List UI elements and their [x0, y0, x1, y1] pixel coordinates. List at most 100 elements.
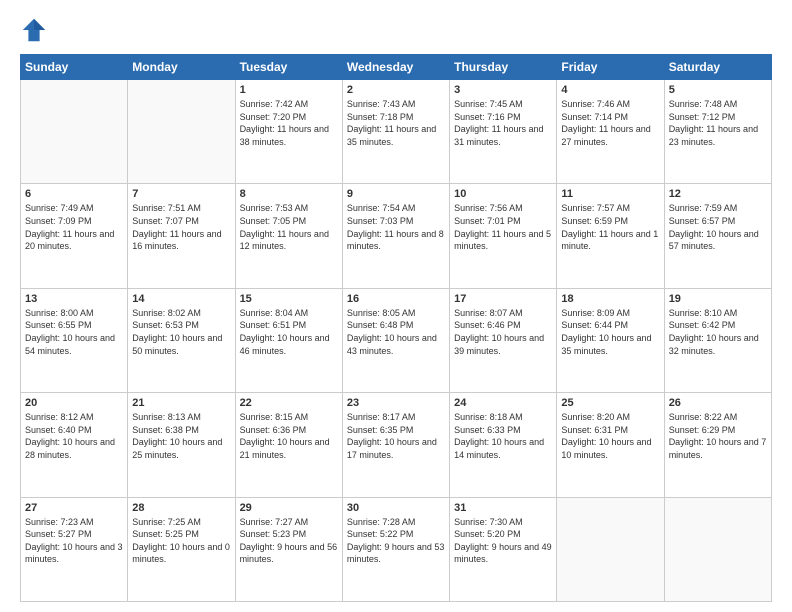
calendar-cell: 9 Sunrise: 7:54 AM Sunset: 7:03 PM Daylig… — [342, 184, 449, 288]
day-info: Sunrise: 7:30 AM Sunset: 5:20 PM Dayligh… — [454, 516, 552, 566]
day-number: 17 — [454, 293, 552, 305]
day-info: Sunrise: 8:10 AM Sunset: 6:42 PM Dayligh… — [669, 307, 767, 357]
day-info: Sunrise: 7:25 AM Sunset: 5:25 PM Dayligh… — [132, 516, 230, 566]
day-number: 11 — [561, 188, 659, 200]
calendar-cell: 18 Sunrise: 8:09 AM Sunset: 6:44 PM Dayli… — [557, 288, 664, 392]
day-number: 1 — [240, 84, 338, 96]
day-info: Sunrise: 8:17 AM Sunset: 6:35 PM Dayligh… — [347, 411, 445, 461]
day-number: 27 — [25, 502, 123, 514]
day-number: 8 — [240, 188, 338, 200]
day-number: 25 — [561, 397, 659, 409]
day-info: Sunrise: 7:23 AM Sunset: 5:27 PM Dayligh… — [25, 516, 123, 566]
calendar-cell — [128, 80, 235, 184]
day-info: Sunrise: 7:43 AM Sunset: 7:18 PM Dayligh… — [347, 98, 445, 148]
calendar-cell — [557, 497, 664, 601]
calendar-cell: 30 Sunrise: 7:28 AM Sunset: 5:22 PM Dayli… — [342, 497, 449, 601]
day-number: 23 — [347, 397, 445, 409]
day-number: 21 — [132, 397, 230, 409]
day-number: 7 — [132, 188, 230, 200]
day-number: 10 — [454, 188, 552, 200]
weekday-header-row: SundayMondayTuesdayWednesdayThursdayFrid… — [21, 55, 772, 80]
calendar-cell: 20 Sunrise: 8:12 AM Sunset: 6:40 PM Dayli… — [21, 393, 128, 497]
calendar-week-3: 13 Sunrise: 8:00 AM Sunset: 6:55 PM Dayli… — [21, 288, 772, 392]
calendar-cell: 15 Sunrise: 8:04 AM Sunset: 6:51 PM Dayli… — [235, 288, 342, 392]
day-number: 14 — [132, 293, 230, 305]
day-info: Sunrise: 8:09 AM Sunset: 6:44 PM Dayligh… — [561, 307, 659, 357]
calendar-cell: 8 Sunrise: 7:53 AM Sunset: 7:05 PM Daylig… — [235, 184, 342, 288]
day-number: 2 — [347, 84, 445, 96]
day-info: Sunrise: 8:12 AM Sunset: 6:40 PM Dayligh… — [25, 411, 123, 461]
day-number: 6 — [25, 188, 123, 200]
calendar-cell: 12 Sunrise: 7:59 AM Sunset: 6:57 PM Dayli… — [664, 184, 771, 288]
day-number: 5 — [669, 84, 767, 96]
calendar-cell: 17 Sunrise: 8:07 AM Sunset: 6:46 PM Dayli… — [450, 288, 557, 392]
day-info: Sunrise: 7:48 AM Sunset: 7:12 PM Dayligh… — [669, 98, 767, 148]
day-number: 31 — [454, 502, 552, 514]
calendar-cell: 7 Sunrise: 7:51 AM Sunset: 7:07 PM Daylig… — [128, 184, 235, 288]
day-number: 15 — [240, 293, 338, 305]
day-info: Sunrise: 7:28 AM Sunset: 5:22 PM Dayligh… — [347, 516, 445, 566]
day-info: Sunrise: 8:22 AM Sunset: 6:29 PM Dayligh… — [669, 411, 767, 461]
calendar-cell: 3Sunrise: 7:45 AM Sunset: 7:16 PM Daylig… — [450, 80, 557, 184]
day-info: Sunrise: 7:51 AM Sunset: 7:07 PM Dayligh… — [132, 202, 230, 252]
day-info: Sunrise: 7:42 AM Sunset: 7:20 PM Dayligh… — [240, 98, 338, 148]
calendar-cell: 25 Sunrise: 8:20 AM Sunset: 6:31 PM Dayli… — [557, 393, 664, 497]
calendar-week-5: 27 Sunrise: 7:23 AM Sunset: 5:27 PM Dayli… — [21, 497, 772, 601]
calendar-cell: 4 Sunrise: 7:46 AM Sunset: 7:14 PM Daylig… — [557, 80, 664, 184]
day-info: Sunrise: 8:00 AM Sunset: 6:55 PM Dayligh… — [25, 307, 123, 357]
weekday-header-sunday: Sunday — [21, 55, 128, 80]
day-number: 26 — [669, 397, 767, 409]
day-info: Sunrise: 8:07 AM Sunset: 6:46 PM Dayligh… — [454, 307, 552, 357]
calendar-cell: 11Sunrise: 7:57 AM Sunset: 6:59 PM Dayli… — [557, 184, 664, 288]
day-number: 12 — [669, 188, 767, 200]
calendar-cell: 31 Sunrise: 7:30 AM Sunset: 5:20 PM Dayli… — [450, 497, 557, 601]
weekday-header-saturday: Saturday — [664, 55, 771, 80]
logo — [20, 16, 52, 44]
day-number: 28 — [132, 502, 230, 514]
calendar-cell: 26 Sunrise: 8:22 AM Sunset: 6:29 PM Dayli… — [664, 393, 771, 497]
day-info: Sunrise: 8:04 AM Sunset: 6:51 PM Dayligh… — [240, 307, 338, 357]
weekday-header-friday: Friday — [557, 55, 664, 80]
calendar-week-4: 20 Sunrise: 8:12 AM Sunset: 6:40 PM Dayli… — [21, 393, 772, 497]
day-number: 16 — [347, 293, 445, 305]
day-number: 20 — [25, 397, 123, 409]
day-info: Sunrise: 8:18 AM Sunset: 6:33 PM Dayligh… — [454, 411, 552, 461]
calendar-cell — [21, 80, 128, 184]
calendar-cell: 10Sunrise: 7:56 AM Sunset: 7:01 PM Dayli… — [450, 184, 557, 288]
day-info: Sunrise: 7:46 AM Sunset: 7:14 PM Dayligh… — [561, 98, 659, 148]
weekday-header-tuesday: Tuesday — [235, 55, 342, 80]
day-number: 3 — [454, 84, 552, 96]
day-info: Sunrise: 7:49 AM Sunset: 7:09 PM Dayligh… — [25, 202, 123, 252]
day-info: Sunrise: 7:59 AM Sunset: 6:57 PM Dayligh… — [669, 202, 767, 252]
day-number: 9 — [347, 188, 445, 200]
calendar-cell: 16 Sunrise: 8:05 AM Sunset: 6:48 PM Dayli… — [342, 288, 449, 392]
day-number: 18 — [561, 293, 659, 305]
day-number: 29 — [240, 502, 338, 514]
day-info: Sunrise: 8:15 AM Sunset: 6:36 PM Dayligh… — [240, 411, 338, 461]
calendar-cell — [664, 497, 771, 601]
day-info: Sunrise: 7:53 AM Sunset: 7:05 PM Dayligh… — [240, 202, 338, 252]
day-info: Sunrise: 8:20 AM Sunset: 6:31 PM Dayligh… — [561, 411, 659, 461]
weekday-header-monday: Monday — [128, 55, 235, 80]
calendar-cell: 6 Sunrise: 7:49 AM Sunset: 7:09 PM Daylig… — [21, 184, 128, 288]
day-info: Sunrise: 7:54 AM Sunset: 7:03 PM Dayligh… — [347, 202, 445, 252]
day-info: Sunrise: 7:27 AM Sunset: 5:23 PM Dayligh… — [240, 516, 338, 566]
calendar-cell: 2 Sunrise: 7:43 AM Sunset: 7:18 PM Daylig… — [342, 80, 449, 184]
calendar-cell: 23 Sunrise: 8:17 AM Sunset: 6:35 PM Dayli… — [342, 393, 449, 497]
calendar-cell: 1 Sunrise: 7:42 AM Sunset: 7:20 PM Daylig… — [235, 80, 342, 184]
calendar-table: SundayMondayTuesdayWednesdayThursdayFrid… — [20, 54, 772, 602]
day-number: 24 — [454, 397, 552, 409]
calendar-cell: 29 Sunrise: 7:27 AM Sunset: 5:23 PM Dayli… — [235, 497, 342, 601]
calendar-cell: 19Sunrise: 8:10 AM Sunset: 6:42 PM Dayli… — [664, 288, 771, 392]
day-number: 30 — [347, 502, 445, 514]
logo-icon — [20, 16, 48, 44]
calendar-cell: 22Sunrise: 8:15 AM Sunset: 6:36 PM Dayli… — [235, 393, 342, 497]
calendar-cell: 21Sunrise: 8:13 AM Sunset: 6:38 PM Dayli… — [128, 393, 235, 497]
calendar-cell: 13 Sunrise: 8:00 AM Sunset: 6:55 PM Dayli… — [21, 288, 128, 392]
calendar-week-1: 1 Sunrise: 7:42 AM Sunset: 7:20 PM Daylig… — [21, 80, 772, 184]
page: SundayMondayTuesdayWednesdayThursdayFrid… — [0, 0, 792, 612]
day-number: 4 — [561, 84, 659, 96]
day-info: Sunrise: 8:05 AM Sunset: 6:48 PM Dayligh… — [347, 307, 445, 357]
calendar-cell: 5 Sunrise: 7:48 AM Sunset: 7:12 PM Daylig… — [664, 80, 771, 184]
day-number: 13 — [25, 293, 123, 305]
